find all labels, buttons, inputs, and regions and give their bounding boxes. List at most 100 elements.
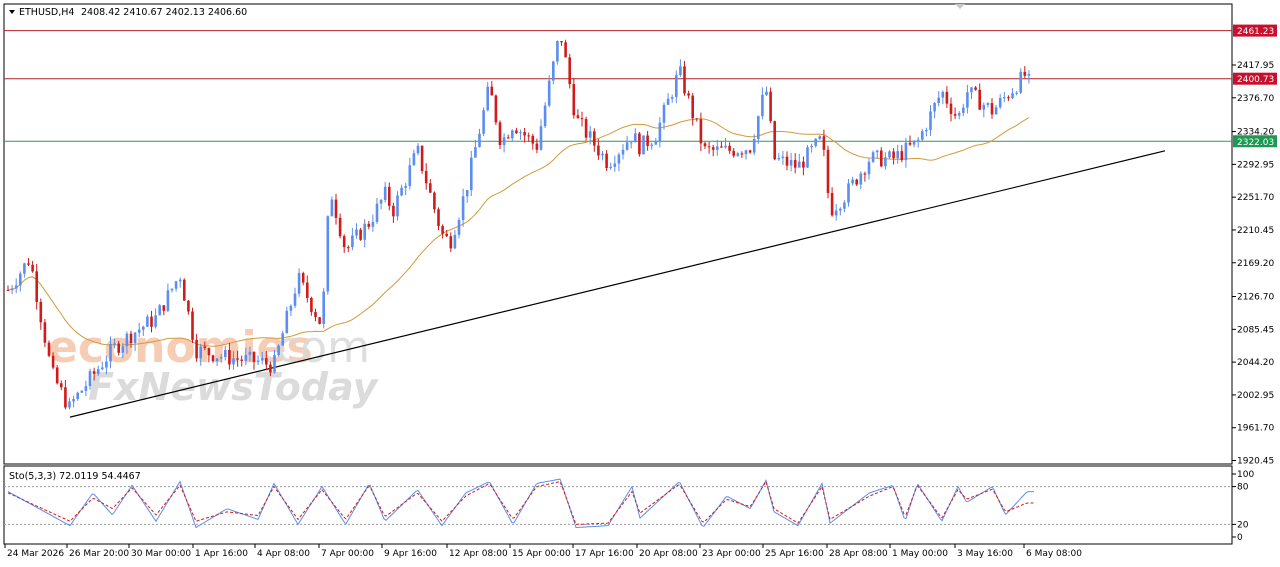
level-tag-label: 2322.03 [1237,138,1274,148]
candle-body [404,185,407,188]
candle [572,77,576,119]
candle-body [101,367,104,370]
candle-body [23,263,26,274]
candle [174,280,178,292]
candle [732,147,735,158]
chart-canvas[interactable]: economies .com FxNewsToday 2417.95 2376.7… [0,0,1280,567]
candle-body [76,392,79,399]
candle-body [703,143,707,147]
candle-body [978,89,981,110]
collapse-arrow-icon[interactable] [9,10,15,14]
candle-body [92,371,96,374]
candle [162,305,166,316]
candle [322,287,325,329]
time-tick-label: 7 Apr 00:00 [321,549,374,559]
scroll-marker-icon[interactable] [955,4,965,9]
candle-body [232,358,235,365]
time-tick-label: 1 May 00:00 [892,549,948,559]
candle-body [728,145,731,151]
candle-body [638,133,641,155]
candle-body [609,166,612,168]
candle-body [310,297,313,312]
candle-body [904,142,908,161]
candle [64,379,67,410]
candle-body [962,107,965,114]
candle-body [707,146,711,148]
candle [851,176,854,186]
candle-body [892,151,895,159]
candle-body [748,150,752,153]
candle [277,344,280,357]
price-tick-label: 2376.70 [1237,94,1274,104]
candle [498,120,502,149]
candle-body [96,369,100,374]
candle-body [338,217,342,237]
candle-body [752,138,756,153]
candle-body [830,193,834,216]
candle [154,308,157,329]
candle-body [818,136,822,139]
candle-body [916,139,920,141]
candle [310,296,313,316]
ma-line [7,117,1030,347]
candle-body [970,87,973,93]
candle-body [285,310,289,334]
candle [892,148,895,165]
candle-body [896,151,899,159]
candle [478,128,481,148]
candle [556,40,559,65]
price-tick-label: 2085.45 [1237,325,1274,335]
candle [777,152,781,161]
candle-body [855,179,858,185]
candle [859,171,863,190]
candle-body [814,138,817,146]
candle-body [453,234,457,249]
candle-body [367,223,371,227]
candle [781,150,785,165]
candle [830,187,834,217]
candle-body [687,93,690,96]
time-tick-label: 26 Mar 20:00 [69,549,129,559]
candle [720,141,723,148]
candle-body [670,97,674,99]
sto-d-line [7,480,1034,525]
candle [695,118,699,122]
candle-body [986,103,990,105]
candle [974,85,977,91]
candle [1007,95,1010,102]
candle [449,232,453,253]
candle [966,84,969,114]
candle-body [625,142,629,150]
candle [31,260,34,273]
candle [839,207,842,216]
candle-body [572,84,576,116]
candle [429,178,432,194]
candle [146,314,149,327]
candle-body [871,152,875,162]
time-tick-label: 20 Apr 08:00 [639,549,698,559]
candle-body [654,141,658,145]
candle-body [564,42,567,58]
candle [736,152,740,157]
candle [921,128,924,141]
candle-body [125,333,129,347]
candle [724,137,727,149]
candle [383,182,387,203]
candle-body [720,146,723,148]
candle [318,316,321,325]
candle-body [408,165,412,186]
candle-body [765,91,768,95]
candle-body [884,157,887,167]
candle [703,141,707,150]
candle-body [675,75,678,98]
time-tick-label: 12 Apr 08:00 [449,549,508,559]
candle [822,129,826,157]
candle [953,107,957,120]
candle-body [109,343,112,362]
candle [289,304,293,317]
moving-average [7,117,1030,347]
chart-frame [3,3,1233,545]
candle-body [289,305,293,311]
candle [342,234,346,253]
candle-body [183,279,186,301]
